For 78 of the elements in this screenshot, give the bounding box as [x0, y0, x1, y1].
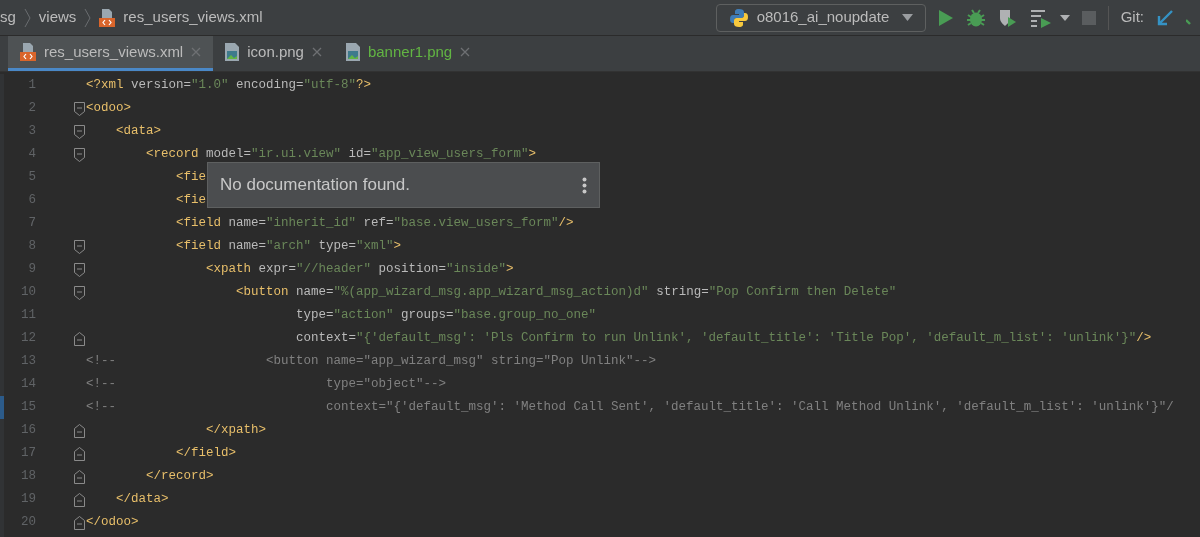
- line-number: 5: [27, 169, 37, 187]
- run-configuration-dropdown[interactable]: o8016_ai_noupdate: [715, 3, 926, 32]
- breadcrumb-item[interactable]: res_users_views.xml: [123, 6, 263, 29]
- fold-collapse-icon[interactable]: [74, 492, 85, 507]
- line-number: 13: [20, 353, 37, 371]
- xml-file-icon: [99, 8, 116, 27]
- profile-run-icon[interactable]: [1029, 7, 1052, 28]
- fold-collapse-icon[interactable]: [74, 515, 85, 530]
- line-number: 3: [27, 123, 37, 141]
- code-line: <xpath expr="//header" position="inside">: [205, 261, 514, 279]
- line-number: 17: [20, 445, 37, 463]
- bug-icon[interactable]: [965, 7, 986, 28]
- python-logo-icon: [728, 7, 749, 28]
- fold-collapse-icon[interactable]: [74, 124, 85, 139]
- git-label: Git:: [1120, 7, 1144, 28]
- line-number: 9: [27, 261, 37, 279]
- line-number: 16: [20, 422, 37, 440]
- line-number: 1: [27, 77, 37, 95]
- line-number: 20: [20, 514, 37, 532]
- line-number: 10: [20, 284, 37, 302]
- fold-collapse-icon[interactable]: [74, 262, 85, 277]
- code-line: type="action" groups="base.group_no_one": [295, 307, 597, 325]
- code-line: <!-- type="object"-->: [86, 376, 447, 394]
- code-line: <button name="%(app_wizard_msg.app_wizard_msg_action)d" string="Pop Confirm then Delete": [235, 284, 897, 302]
- code-line: <fie: [175, 192, 207, 210]
- update-arrow-icon[interactable]: [1156, 8, 1174, 27]
- image-file-icon: [345, 43, 360, 61]
- code-line: <fie: [175, 169, 207, 187]
- line-number: 12: [20, 330, 37, 348]
- close-icon[interactable]: [311, 47, 322, 57]
- fold-collapse-icon[interactable]: [74, 331, 85, 346]
- code-line: </record>: [145, 468, 214, 486]
- line-number: 4: [27, 146, 37, 164]
- image-file-icon: [225, 43, 240, 61]
- breadcrumb-item[interactable]: views: [38, 6, 77, 29]
- close-icon[interactable]: [460, 47, 471, 57]
- coverage-icon[interactable]: [997, 7, 1018, 28]
- code-line: <data>: [115, 123, 161, 141]
- popup-message: No documentation found.: [220, 174, 410, 197]
- fold-collapse-icon[interactable]: [74, 423, 85, 438]
- code-line: <field name="arch" type="xml">: [175, 238, 402, 256]
- line-number: 2: [27, 100, 37, 118]
- line-number: 8: [27, 238, 37, 256]
- editor-tab[interactable]: banner1.png: [333, 36, 483, 71]
- editor-tab[interactable]: res_users_views.xml: [8, 36, 214, 71]
- fold-collapse-icon[interactable]: [74, 285, 85, 300]
- fold-collapse-icon[interactable]: [74, 101, 85, 116]
- line-number: 11: [20, 307, 37, 325]
- fold-collapse-icon[interactable]: [74, 469, 85, 484]
- editor-tab[interactable]: icon.png: [213, 36, 334, 71]
- line-number: 14: [20, 376, 37, 394]
- code-line: <!-- <button name="app_wizard_msg" string="Pop Unlink"-->: [86, 353, 657, 371]
- code-line: </xpath>: [205, 422, 267, 440]
- code-line: context="{'default_msg': 'Pls Confirm to run Unlink', 'default_title': 'Title Pop', 'default_m_list': 'unlink'}"/>: [295, 330, 1152, 348]
- fold-collapse-icon[interactable]: [74, 239, 85, 254]
- xml-file-icon: [20, 43, 36, 61]
- code-line: <record model="ir.ui.view" id="app_view_users_form">: [145, 146, 537, 164]
- code-line: <field name="inherit_id" ref="base.view_users_form"/>: [175, 215, 574, 233]
- chevron-icon: [84, 7, 92, 28]
- line-number: 6: [27, 192, 37, 210]
- more-options-icon[interactable]: [582, 176, 587, 194]
- line-number: 15: [20, 399, 37, 417]
- dropdown-caret-icon[interactable]: [1059, 14, 1070, 21]
- code-line: </odoo>: [86, 514, 139, 532]
- fold-collapse-icon[interactable]: [74, 446, 85, 461]
- code-line: </field>: [175, 445, 237, 463]
- line-number: 7: [27, 215, 37, 233]
- fold-collapse-icon[interactable]: [74, 147, 85, 162]
- chevron-icon: [23, 7, 31, 28]
- code-line: <!-- context="{'default_msg': 'Method Call Sent', 'default_title': 'Call Method Unlink', 'default_m_list': 'unlink'}"/: [86, 399, 1174, 417]
- run-icon[interactable]: [937, 8, 954, 27]
- line-number: 18: [20, 468, 37, 486]
- breadcrumb-item[interactable]: sg: [0, 6, 16, 29]
- code-line: <?xml version="1.0" encoding="utf-8"?>: [86, 77, 372, 95]
- dropdown-caret-icon: [901, 14, 913, 21]
- line-number: 19: [20, 491, 37, 509]
- code-line: <odoo>: [86, 100, 131, 118]
- code-line: </data>: [115, 491, 169, 509]
